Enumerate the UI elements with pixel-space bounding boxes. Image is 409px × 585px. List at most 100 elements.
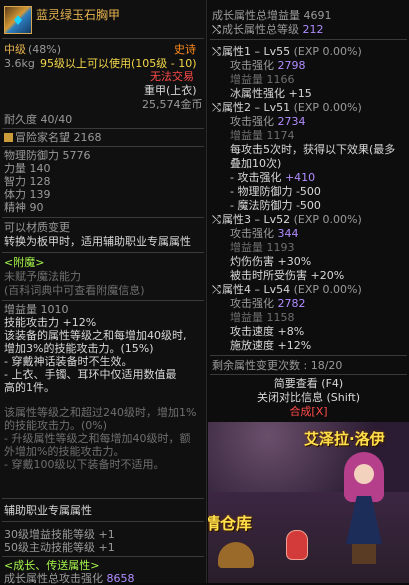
attack-enhance-value: 2782 — [277, 297, 306, 310]
adventure-fame-label: 冒险家名望 — [15, 131, 70, 144]
desc-line: - 上衣、手镯、耳环中仅适用数值最 — [4, 368, 177, 381]
attack-enhance-label: 攻击强化 — [230, 59, 274, 72]
divider — [2, 556, 204, 557]
total-level-label: 成长属性总等级 — [222, 23, 299, 36]
divider — [2, 252, 204, 253]
attribute-effect-value: +410 — [284, 171, 316, 184]
adventure-fame: 冒险家名望 2168 — [4, 131, 102, 144]
attribute-2-title: ⤭属性2 – Lv51 (EXP 0.00%) — [212, 101, 362, 114]
close-compare-button[interactable]: 关闭对比信息 (Shift) — [208, 391, 409, 405]
attribute-exp: (EXP 0.00%) — [293, 101, 362, 114]
brief-view-button[interactable]: 简要查看 (F4) — [208, 377, 409, 391]
divider — [2, 300, 204, 301]
growth-attribute-panel: 成长属性总增益量 4691 ⤭成长属性总等级 212 ⤭属性1 – Lv55 (… — [208, 0, 409, 583]
divider — [2, 498, 204, 499]
attribute-effect: 施放速度 +12% — [230, 339, 312, 352]
attack-enhance-row: 攻击强化 344 — [230, 227, 299, 240]
attribute-3-title: ⤭属性3 – Lv52 (EXP 0.00%) — [212, 213, 362, 226]
attack-enhance-row: 攻击强化 2798 — [230, 59, 306, 72]
desc-line: - 穿戴神话装备时不生效。 — [4, 355, 133, 368]
support-skill-line: 30级增益技能等级 +1 — [4, 528, 115, 541]
bonus-label: 增益量 — [230, 311, 263, 324]
attribute-effect: 灼伤伤害 +30% — [230, 255, 312, 268]
bonus-value: 1158 — [266, 311, 295, 324]
total-bonus-label: 成长属性总增益量 — [212, 9, 300, 22]
divider — [2, 146, 204, 147]
attribute-exp: (EXP 0.00%) — [293, 283, 362, 296]
attack-enhance-row: 攻击强化 2734 — [230, 115, 306, 128]
attribute-4-title: ⤭属性4 – Lv54 (EXP 0.00%) — [212, 283, 362, 296]
attribute-effect: 每攻击5次时，获得以下效果(最多 — [230, 143, 396, 156]
bonus-value: 1193 — [266, 241, 295, 254]
stat-label: 智力 — [4, 175, 26, 188]
adventure-fame-icon — [4, 133, 13, 142]
total-bonus-value: 4691 — [303, 9, 332, 22]
attack-enhance-value: 2798 — [277, 59, 306, 72]
divider — [210, 374, 407, 375]
attribute-exp: (EXP 0.00%) — [293, 45, 362, 58]
desc-dim-line: - 穿戴100级以下装备时不适用。 — [4, 458, 165, 471]
attribute-effect: 冰属性强化 +15 — [230, 87, 312, 100]
game-scene-background: 艾泽拉·洛伊 情仓库 — [208, 422, 409, 583]
stat-value: 139 — [29, 188, 51, 201]
desc-line: 高的1件。 — [4, 381, 55, 394]
stat-label: 力量 — [4, 162, 26, 175]
stat-value: 140 — [29, 162, 51, 175]
material-change: 可以材质变更 — [4, 221, 70, 234]
synthesize-button[interactable]: 合成[X] — [208, 405, 409, 419]
storage-label: 情仓库 — [208, 514, 253, 533]
desc-dim-line: 该属性等级之和超过240级时，增加1% — [4, 406, 197, 419]
bonus-row: 增益量 1158 — [230, 311, 295, 324]
desc-dim-line: - 升级属性等级之和每增加40级时，额 — [4, 432, 191, 445]
stat-row: 力量 140 — [4, 162, 51, 175]
attack-enhance-row: 攻击强化 2782 — [230, 297, 306, 310]
attribute-effect: 被击时所受伤害 +20% — [230, 269, 345, 282]
bonus-label: 增益量 — [230, 129, 263, 142]
growth-bottom-label: 成长属性总攻击强化 — [4, 572, 103, 585]
convert-note: 转换为板甲时，适用辅助职业专属属性 — [4, 235, 191, 248]
item-detail-panel: 蓝灵绿玉石胸甲 中级 (48%) 史诗 3.6kg 95级以上可以使用(105级… — [0, 0, 207, 585]
stat-label: 物理防御力 — [4, 149, 59, 162]
attribute-effect-label: - 攻击强化 — [230, 171, 282, 184]
item-name: 蓝灵绿玉石胸甲 — [36, 8, 121, 22]
attack-enhance-label: 攻击强化 — [230, 115, 274, 128]
price: 25,574金币 — [142, 98, 203, 111]
desc-dim-line: 外增加%的技能攻击力。 — [4, 445, 125, 458]
bonus-label: 增益量 — [230, 73, 263, 86]
bonus-row: 增益量 1010 — [4, 303, 69, 316]
divider — [2, 38, 204, 39]
total-level-value: 212 — [302, 23, 324, 36]
attribute-exp: (EXP 0.00%) — [293, 213, 362, 226]
npc-face — [354, 464, 374, 484]
bonus-label: 增益量 — [230, 241, 263, 254]
stat-row: 智力 128 — [4, 175, 51, 188]
weight: 3.6kg — [4, 57, 35, 70]
swap-icon: ⤭ — [212, 45, 221, 58]
growth-bottom: 成长属性总攻击强化 8658 — [4, 572, 135, 585]
attribute-effect: - 物理防御力 -500 — [230, 185, 321, 198]
divider — [210, 39, 407, 40]
swap-icon: ⤭ — [212, 101, 221, 114]
item-tooltip-window: 蓝灵绿玉石胸甲 中级 (48%) 史诗 3.6kg 95级以上可以使用(105级… — [0, 0, 409, 585]
bonus-value: 1166 — [266, 73, 295, 86]
swap-icon: ⤭ — [212, 23, 221, 36]
bonus-row: 增益量 1193 — [230, 241, 295, 254]
attribute-effect: - 攻击强化 +410 — [230, 171, 315, 184]
npc-dress — [346, 496, 382, 544]
stat-row: 精神 90 — [4, 201, 44, 214]
npc-boots — [352, 544, 376, 564]
divider — [210, 355, 407, 356]
total-bonus: 成长属性总增益量 4691 — [212, 9, 332, 22]
bonus-row: 增益量 1166 — [230, 73, 295, 86]
attribute-effect: - 魔法防御力 -500 — [230, 199, 321, 212]
growth-bottom-value: 8658 — [106, 572, 135, 585]
attribute-1-title: ⤭属性1 – Lv55 (EXP 0.00%) — [212, 45, 362, 58]
no-trade-label: 无法交易 — [150, 70, 194, 83]
total-level: ⤭成长属性总等级 212 — [212, 23, 324, 36]
stat-label: 体力 — [4, 188, 26, 201]
npc-character[interactable] — [340, 452, 388, 564]
stat-value: 128 — [29, 175, 51, 188]
stat-value: 5776 — [62, 149, 91, 162]
attack-enhance-label: 攻击强化 — [230, 297, 274, 310]
bonus-row: 增益量 1174 — [230, 129, 295, 142]
